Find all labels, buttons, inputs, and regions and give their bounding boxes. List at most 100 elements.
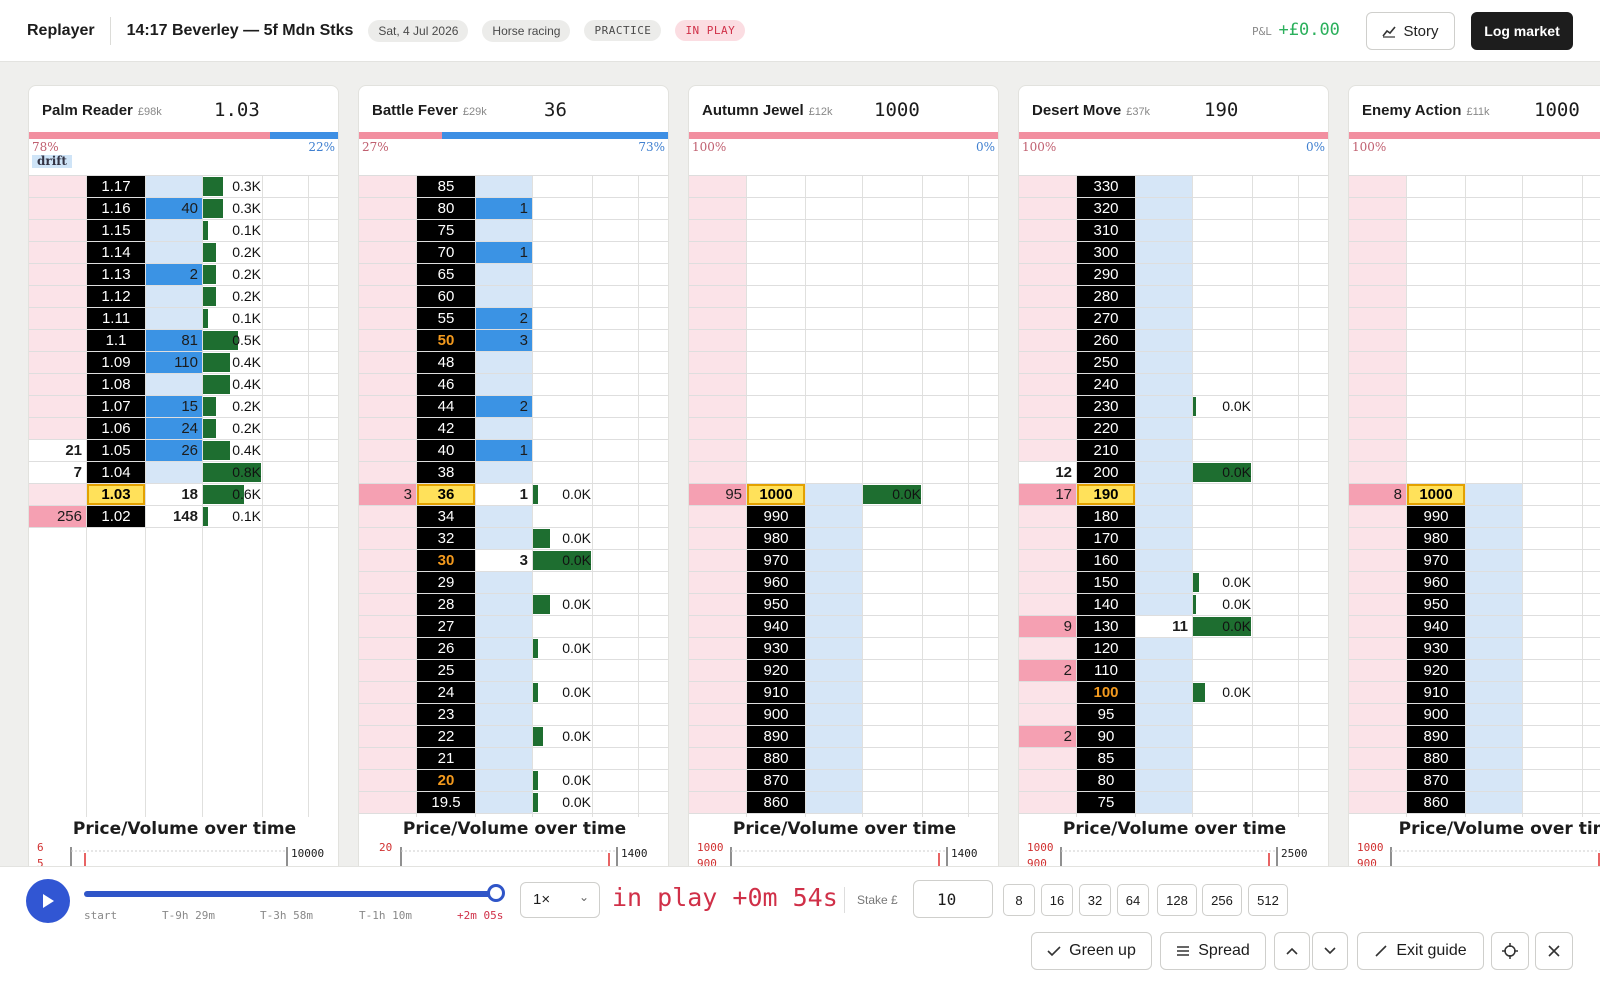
log-market-button[interactable]: Log market (1471, 12, 1573, 50)
lay-cell[interactable] (359, 352, 416, 373)
price-cell[interactable]: 80 (1077, 770, 1135, 791)
lay-cell[interactable] (359, 242, 416, 263)
lay-cell[interactable] (689, 220, 746, 241)
price-cell[interactable] (1407, 264, 1465, 285)
lay-cell[interactable] (359, 462, 416, 483)
price-cell[interactable]: 890 (1407, 726, 1465, 747)
back-cell[interactable] (1136, 374, 1192, 395)
price-cell[interactable]: 880 (1407, 748, 1465, 769)
back-cell[interactable] (1466, 770, 1522, 791)
price-cell[interactable]: 1.07 (87, 396, 145, 417)
price-cell[interactable]: 1.09 (87, 352, 145, 373)
stake-chip[interactable]: 8 (1003, 884, 1035, 916)
lay-cell[interactable] (1349, 704, 1406, 725)
price-cell[interactable]: 150 (1077, 572, 1135, 593)
back-cell[interactable] (476, 264, 532, 285)
back-cell[interactable] (806, 506, 862, 527)
lay-cell[interactable]: 256 (29, 506, 86, 527)
back-cell[interactable] (806, 792, 862, 813)
back-cell[interactable] (1136, 418, 1192, 439)
lay-cell[interactable] (689, 198, 746, 219)
price-cell[interactable] (747, 176, 805, 197)
lay-cell[interactable] (1019, 572, 1076, 593)
lay-cell[interactable] (689, 572, 746, 593)
lay-cell[interactable]: 7 (29, 462, 86, 483)
stake-chip[interactable]: 64 (1117, 884, 1149, 916)
lay-cell[interactable] (1019, 506, 1076, 527)
price-cell[interactable] (1407, 418, 1465, 439)
price-cell[interactable]: 970 (747, 550, 805, 571)
lay-cell[interactable] (1019, 176, 1076, 197)
price-cell[interactable] (1407, 308, 1465, 329)
back-cell[interactable] (1466, 638, 1522, 659)
lay-cell[interactable] (29, 418, 86, 439)
back-cell[interactable] (806, 660, 862, 681)
step-up-button[interactable] (1274, 932, 1310, 970)
back-cell[interactable] (1466, 528, 1522, 549)
price-cell[interactable]: 960 (747, 572, 805, 593)
back-cell[interactable] (1466, 704, 1522, 725)
play-button[interactable] (26, 879, 70, 923)
lay-cell[interactable] (1349, 572, 1406, 593)
lay-cell[interactable] (1349, 792, 1406, 813)
lay-cell[interactable] (359, 220, 416, 241)
price-cell[interactable]: 1.14 (87, 242, 145, 263)
price-cell[interactable]: 920 (747, 660, 805, 681)
lay-cell[interactable] (359, 726, 416, 747)
lay-cell[interactable] (359, 440, 416, 461)
price-cell[interactable] (1407, 242, 1465, 263)
back-cell[interactable] (806, 484, 862, 505)
price-cell[interactable]: 30 (417, 550, 475, 571)
timeline-track[interactable] (84, 891, 495, 897)
lay-cell[interactable] (359, 308, 416, 329)
back-cell[interactable] (476, 176, 532, 197)
lay-cell[interactable] (359, 396, 416, 417)
lay-cell[interactable] (689, 242, 746, 263)
price-cell[interactable] (1407, 220, 1465, 241)
lay-cell[interactable] (359, 660, 416, 681)
lay-cell[interactable] (1019, 308, 1076, 329)
price-cell[interactable]: 50 (417, 330, 475, 351)
back-cell[interactable] (146, 308, 202, 329)
price-cell[interactable]: 870 (1407, 770, 1465, 791)
back-cell[interactable]: 3 (476, 550, 532, 571)
price-cell[interactable] (1407, 198, 1465, 219)
lay-cell[interactable] (359, 770, 416, 791)
back-cell[interactable]: 1 (476, 440, 532, 461)
back-cell[interactable] (476, 506, 532, 527)
lay-cell[interactable] (29, 396, 86, 417)
lay-cell[interactable] (689, 374, 746, 395)
lay-cell[interactable] (1349, 352, 1406, 373)
stake-chip[interactable]: 512 (1248, 884, 1288, 916)
price-cell[interactable]: 70 (417, 242, 475, 263)
price-cell[interactable] (1407, 352, 1465, 373)
lay-cell[interactable] (29, 374, 86, 395)
price-cell[interactable] (1407, 330, 1465, 351)
price-cell[interactable]: 1.1 (87, 330, 145, 351)
lay-cell[interactable] (1019, 594, 1076, 615)
lay-cell[interactable] (1019, 374, 1076, 395)
price-cell[interactable] (747, 418, 805, 439)
back-cell[interactable]: 3 (476, 330, 532, 351)
lay-cell[interactable]: 17 (1019, 484, 1076, 505)
price-cell[interactable]: 1.13 (87, 264, 145, 285)
lay-cell[interactable] (1019, 286, 1076, 307)
lay-cell[interactable] (1349, 462, 1406, 483)
lay-cell[interactable]: 2 (1019, 660, 1076, 681)
price-cell[interactable]: 75 (417, 220, 475, 241)
lay-cell[interactable] (359, 506, 416, 527)
lay-cell[interactable] (29, 198, 86, 219)
price-cell[interactable]: 48 (417, 352, 475, 373)
back-cell[interactable]: 2 (476, 396, 532, 417)
back-cell[interactable] (1136, 550, 1192, 571)
lay-cell[interactable] (689, 506, 746, 527)
price-cell[interactable] (747, 396, 805, 417)
back-cell[interactable]: 1 (476, 198, 532, 219)
back-cell[interactable] (476, 220, 532, 241)
lay-cell[interactable] (1349, 286, 1406, 307)
price-cell[interactable]: 1.08 (87, 374, 145, 395)
lay-cell[interactable] (689, 286, 746, 307)
lay-cell[interactable] (359, 264, 416, 285)
price-cell[interactable]: 1.17 (87, 176, 145, 197)
price-cell[interactable]: 32 (417, 528, 475, 549)
